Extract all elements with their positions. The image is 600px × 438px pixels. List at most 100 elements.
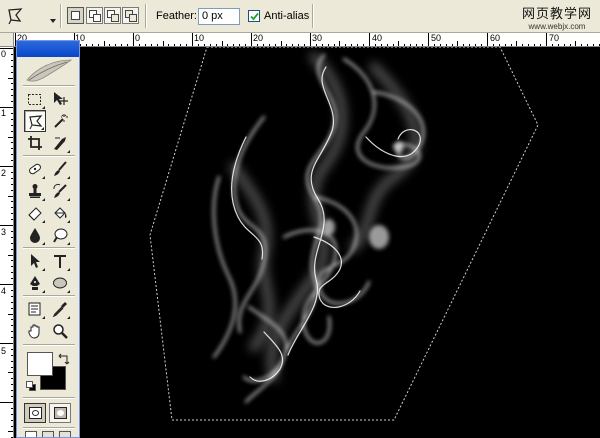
separator	[23, 85, 75, 87]
move-tool[interactable]	[49, 88, 71, 110]
type-icon	[54, 255, 66, 268]
watermark-url: www.webjx.com	[528, 22, 586, 31]
blur-icon	[30, 228, 40, 243]
notes-icon	[28, 302, 41, 316]
path-selection-tool[interactable]	[24, 250, 46, 272]
ruler-left-label: 0	[1, 49, 7, 59]
separator	[60, 4, 62, 28]
feather-input[interactable]: 0 px	[198, 8, 240, 25]
pen-icon	[30, 276, 40, 290]
document-canvas[interactable]	[14, 47, 600, 438]
ruler-left-label: 3	[1, 227, 7, 237]
toolbox-title-bar[interactable]	[17, 41, 79, 57]
brush-tool[interactable]	[49, 158, 71, 180]
ruler-top-label: 0	[135, 33, 141, 43]
slice-tool[interactable]	[49, 132, 71, 154]
separator	[23, 344, 75, 346]
separator	[23, 155, 75, 157]
ruler-left-label: 4	[1, 286, 7, 296]
zoom-icon	[53, 324, 68, 339]
separator	[23, 427, 75, 429]
crop-tool[interactable]	[24, 132, 46, 154]
clone-stamp-icon	[29, 184, 41, 198]
screen-mode-full-menu-button[interactable]	[42, 431, 54, 437]
ellipse-shape-icon	[53, 277, 67, 289]
type-tool[interactable]	[49, 250, 71, 272]
options-bar: Feather: 0 px Anti-alias 网页教学网 www.webjx…	[0, 0, 600, 33]
ruler-top-label: 40	[372, 33, 383, 43]
ruler-top-label: 70	[549, 33, 560, 43]
path-selection-icon	[31, 254, 40, 268]
rectangular-marquee-tool[interactable]	[24, 88, 46, 110]
separator	[23, 295, 75, 297]
feather-logo-icon	[26, 59, 73, 82]
zoom-tool[interactable]	[49, 320, 71, 342]
subtract-from-selection-button[interactable]	[104, 7, 121, 24]
paint-bucket-icon	[54, 207, 67, 219]
anti-alias-checkbox[interactable]	[248, 10, 260, 22]
polygonal-lasso-icon	[8, 8, 23, 25]
eyedropper-tool[interactable]	[49, 298, 71, 320]
separator	[145, 4, 147, 28]
swap-colors-icon[interactable]	[58, 350, 70, 365]
standard-mode-button[interactable]	[24, 403, 46, 423]
healing-brush-icon	[29, 163, 41, 175]
ruler-left[interactable]: 0 1 2 3 4 5	[0, 47, 14, 438]
ruler-corner[interactable]	[0, 33, 14, 47]
quick-mask-button[interactable]	[49, 403, 71, 423]
chevron-down-icon	[50, 19, 56, 23]
screen-mode-standard-button[interactable]	[25, 431, 37, 437]
new-selection-button[interactable]	[67, 7, 84, 24]
dodge-icon	[53, 228, 68, 243]
new-selection-icon	[71, 11, 80, 20]
add-to-selection-button[interactable]	[86, 7, 103, 24]
hand-icon	[28, 324, 40, 339]
photoshop-window: Feather: 0 px Anti-alias 网页教学网 www.webjx…	[0, 0, 600, 438]
tool-preset-picker[interactable]	[4, 5, 56, 27]
magic-wand-icon	[54, 114, 68, 128]
screen-mode-full-button[interactable]	[59, 431, 71, 437]
ruler-top-label: 10	[194, 33, 205, 43]
notes-tool[interactable]	[24, 298, 46, 320]
ellipse-shape-tool[interactable]	[49, 272, 71, 294]
standard-mode-icon	[29, 407, 42, 419]
ruler-left-ticks	[0, 48, 13, 438]
ruler-top-ticks	[15, 33, 600, 46]
separator	[312, 4, 314, 28]
toolbox-panel	[16, 40, 80, 438]
ruler-top-label: 20	[253, 33, 264, 43]
ruler-top-label: 30	[312, 33, 323, 43]
separator	[23, 397, 75, 399]
clone-stamp-tool[interactable]	[24, 180, 46, 202]
polygonal-lasso-tool[interactable]	[24, 110, 46, 132]
paint-bucket-tool[interactable]	[49, 202, 71, 224]
eyedropper-icon	[52, 302, 67, 317]
slice-icon	[54, 137, 66, 150]
smoke-image	[212, 52, 425, 404]
canvas-artwork	[149, 47, 539, 421]
history-brush-tool[interactable]	[49, 180, 71, 202]
foreground-color-swatch[interactable]	[27, 352, 53, 376]
photoshop-feather-logo[interactable]	[23, 58, 75, 86]
watermark-title: 网页教学网	[521, 7, 592, 22]
default-colors-icon[interactable]	[26, 381, 36, 391]
dodge-tool[interactable]	[49, 224, 71, 246]
eraser-tool[interactable]	[24, 202, 46, 224]
crop-icon	[28, 136, 42, 150]
brush-icon	[54, 161, 67, 176]
history-brush-icon	[53, 183, 67, 198]
ruler-top[interactable]: 20 10 0 10 20 30 40 50 60 70	[14, 33, 600, 47]
ruler-top-label: 50	[431, 33, 442, 43]
eraser-icon	[28, 207, 42, 221]
intersect-selection-button[interactable]	[122, 7, 139, 24]
hand-tool[interactable]	[24, 320, 46, 342]
screen-mode-buttons	[23, 431, 75, 438]
rectangular-marquee-icon	[28, 94, 41, 105]
anti-alias-label: Anti-alias	[264, 10, 310, 22]
magic-wand-tool[interactable]	[49, 110, 71, 132]
ruler-left-label: 1	[1, 108, 7, 118]
pen-tool[interactable]	[24, 272, 46, 294]
blur-tool[interactable]	[24, 224, 46, 246]
separator	[23, 247, 75, 249]
healing-brush-tool[interactable]	[24, 158, 46, 180]
